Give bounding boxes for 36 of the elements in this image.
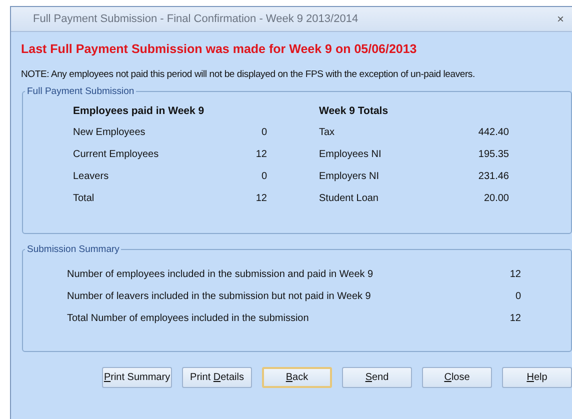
dialog-button[interactable]: Send xyxy=(342,367,412,388)
row-label: Current Employees xyxy=(73,149,159,162)
note-text: NOTE: Any employees not paid this period will not be displayed on the FPS with the exception of un-paid leavers. xyxy=(21,69,476,80)
dialog-button[interactable]: Print Summary xyxy=(102,367,172,388)
column-heading: Employees paid in Week 9 xyxy=(73,105,206,119)
row-value: 12 xyxy=(256,193,267,206)
row-label: Employees NI xyxy=(319,149,382,162)
dialog-button[interactable]: Print Details xyxy=(182,367,252,388)
group-title: Submission Summary xyxy=(26,244,120,255)
row-label: Total Number of employees included in the submission xyxy=(67,313,309,326)
row-label: Number of employees included in the submission and paid in Week 9 xyxy=(67,269,374,282)
row-value: 12 xyxy=(510,313,521,326)
row-value: 12 xyxy=(256,149,267,162)
row-value: 195.35 xyxy=(478,149,509,162)
row-label: Student Loan xyxy=(319,193,378,206)
dialog-button[interactable]: Close xyxy=(422,367,492,388)
row-label: Employers NI xyxy=(319,171,380,184)
row-value: 231.46 xyxy=(478,171,509,184)
dialog-button[interactable]: Back xyxy=(262,367,332,388)
group-title: Full Payment Submission xyxy=(26,86,136,97)
window-title: Full Payment Submission - Final Confirmation - Week 9 2013/2014 xyxy=(33,13,360,25)
warning-heading: Last Full Payment Submission was made for Week 9 on 05/06/2013 xyxy=(21,42,418,56)
dialog-button[interactable]: Help xyxy=(502,367,572,388)
close-button[interactable]: × xyxy=(556,12,564,26)
row-label: New Employees xyxy=(73,127,146,140)
row-label: Number of leavers included in the submission but not paid in Week 9 xyxy=(67,291,371,304)
row-value: 0 xyxy=(515,291,521,304)
row-label: Leavers xyxy=(73,171,109,184)
row-value: 0 xyxy=(261,171,267,184)
row-label: Tax xyxy=(319,127,335,140)
row-value: 0 xyxy=(261,127,267,140)
row-label: Total xyxy=(73,193,94,206)
row-value: 20.00 xyxy=(484,193,509,206)
row-value: 12 xyxy=(510,269,521,282)
row-value: 442.40 xyxy=(478,127,509,140)
column-heading: Week 9 Totals xyxy=(319,105,390,119)
